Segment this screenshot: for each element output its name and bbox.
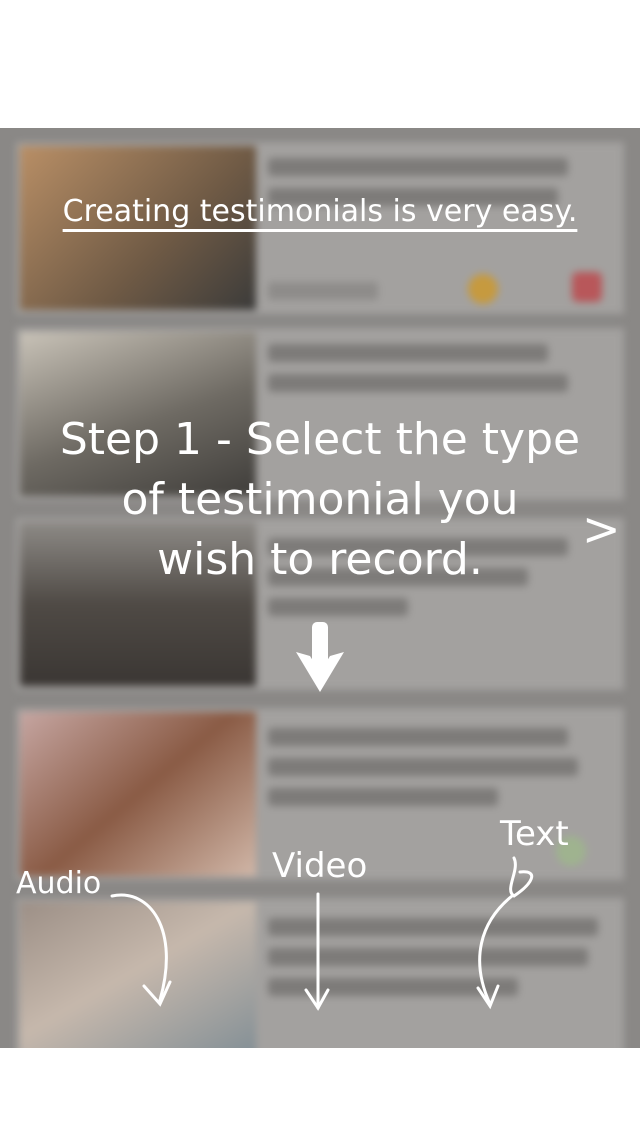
blurred-text-line (268, 788, 498, 806)
text-option-label[interactable]: Text (500, 814, 569, 854)
tutorial-step-text: Step 1 - Select the type of testimonial … (40, 410, 600, 590)
blurred-dot (468, 274, 498, 304)
blurred-text-line (268, 948, 588, 966)
blurred-thumbnail (20, 902, 256, 1048)
blurred-text-line (268, 344, 548, 362)
blurred-thumbnail (20, 712, 256, 876)
step-line: of testimonial you (121, 474, 519, 525)
blurred-text-line (268, 918, 598, 936)
audio-option-label[interactable]: Audio (16, 866, 101, 901)
blurred-card (16, 898, 624, 1048)
blurred-text-line (268, 978, 518, 996)
step-line: wish to record. (157, 534, 483, 585)
next-arrow-button[interactable]: > (582, 502, 621, 556)
video-option-label[interactable]: Video (272, 846, 367, 886)
blurred-text-line (268, 728, 568, 746)
step-line: Step 1 - Select the type (59, 414, 581, 465)
tutorial-headline: Creating testimonials is very easy. (62, 194, 578, 229)
blurred-text-line (268, 598, 408, 616)
blurred-dot (572, 272, 602, 302)
blurred-text-line (268, 374, 568, 392)
blurred-text-line (268, 158, 568, 176)
blurred-text-line (268, 282, 378, 300)
blurred-text-line (268, 758, 578, 776)
